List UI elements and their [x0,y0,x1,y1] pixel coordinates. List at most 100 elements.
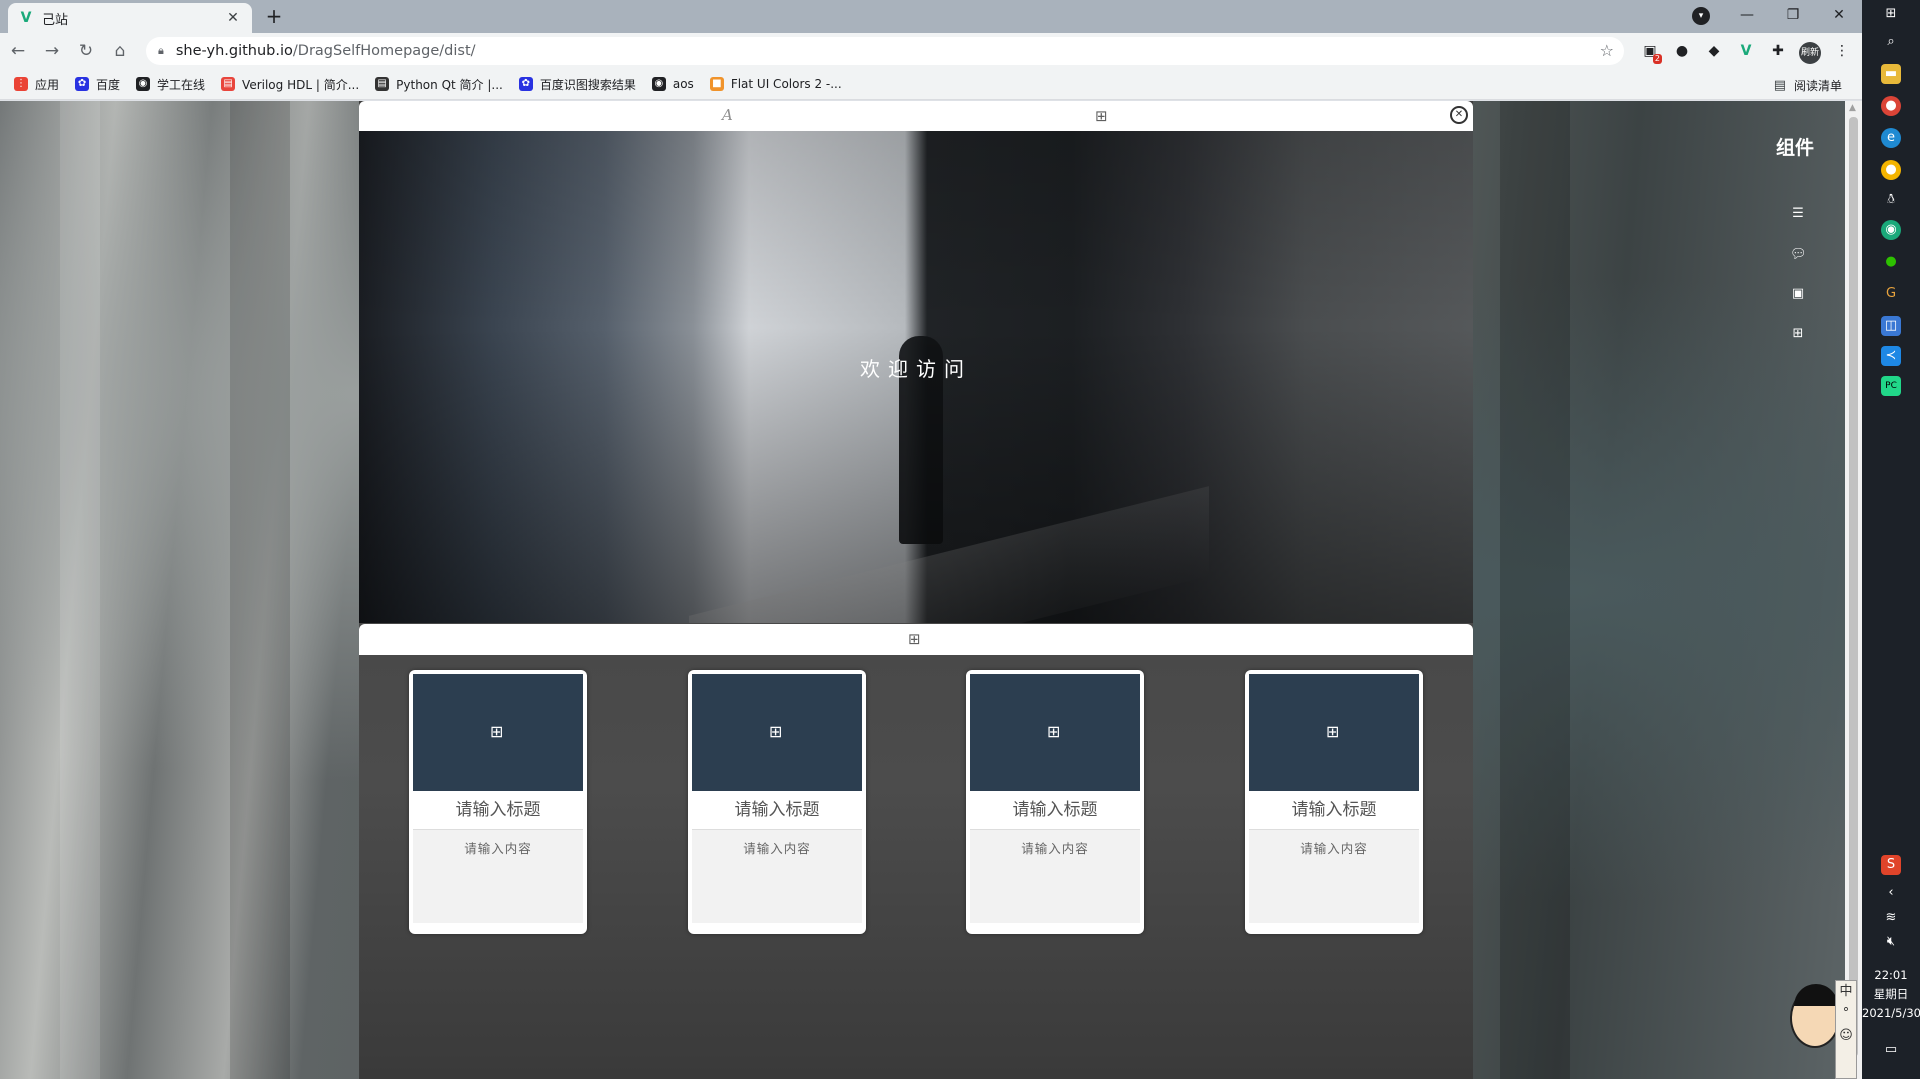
card-body[interactable]: 请输入内容 [1249,829,1419,923]
url-path: /DragSelfHomepage/dist/ [292,43,476,59]
grid-add-icon[interactable]: ⊞ [1790,326,1806,342]
profile-avatar[interactable]: 刷新 [1796,37,1824,65]
bookmark-item[interactable]: ■ Flat UI Colors 2 -... [709,77,842,91]
bookmark-item[interactable]: ▤ Python Qt 简介 |... [375,76,503,93]
app-icon[interactable]: ◉ [1881,220,1901,240]
card-title[interactable]: 请输入标题 [692,791,862,829]
wechat-icon[interactable]: ● [1881,252,1901,272]
list-icon[interactable]: ☰ [1790,206,1806,222]
notification-icon[interactable]: ▭ [1881,1040,1901,1060]
minimize-button[interactable]: — [1724,7,1770,23]
back-button[interactable]: ← [2,37,34,65]
card[interactable]: ⊞ 请输入标题 请输入内容 [1245,670,1423,934]
network-icon[interactable]: ≋ [1881,908,1901,928]
address-bar[interactable]: 🔒︎ she-yh.github.io/DragSelfHomepage/dis… [146,37,1624,65]
forward-button[interactable]: → [36,37,68,65]
bookmark-star-icon[interactable]: ☆ [1600,41,1614,60]
ime-mascot[interactable]: 中 ° ☺ [1790,980,1857,1079]
comment-icon[interactable]: 💬︎ [1790,247,1807,263]
card[interactable]: ⊞ 请输入标题 请输入内容 [966,670,1144,934]
url-host: she-yh.github.io [175,43,293,59]
vscode-icon[interactable]: ≺ [1881,346,1901,366]
vue-devtools-icon[interactable]: V [1732,37,1760,65]
card-image[interactable]: ⊞ [413,674,583,791]
bookmark-item[interactable]: ◉ aos [651,77,694,91]
edge-icon[interactable]: e [1881,128,1901,148]
background-rock [230,101,290,1079]
bookmark-item[interactable]: ✿ 百度识图搜索结果 [518,76,636,93]
card-body[interactable]: 请输入内容 [692,829,862,923]
close-window-button[interactable]: ✕ [1816,7,1862,23]
scroll-thumb[interactable] [1849,117,1858,1057]
mascot-hair [1794,984,1838,1006]
file-explorer-icon[interactable]: ▬ [1881,64,1901,84]
extension-icon[interactable]: ◆ [1700,37,1728,65]
bookmark-item[interactable]: ▤ Verilog HDL | 简介... [221,76,359,93]
volume-muted-icon[interactable]: 🔇︎ [1881,932,1901,952]
bookmark-label: 百度 [96,77,121,92]
card-body[interactable]: 请输入内容 [413,829,583,923]
google-icon[interactable]: G [1881,284,1901,304]
ime-toolbar[interactable]: 中 ° ☺ [1835,980,1857,1079]
reading-list-icon: ▤ [1773,78,1786,93]
add-image-icon[interactable]: ⊞ [490,722,503,741]
home-button[interactable]: ⌂ [104,37,136,65]
menu-kebab-icon[interactable]: ⋮ [1828,37,1856,65]
bookmark-label: Verilog HDL | 简介... [242,77,360,92]
image-icon[interactable]: ▣ [1790,286,1806,302]
add-image-icon[interactable]: ⊞ [769,722,782,741]
hero-title[interactable]: 欢迎访问 [359,353,1473,382]
scroll-up-icon[interactable]: ▲ [1849,103,1856,113]
font-style-icon[interactable]: A [722,106,733,124]
windows-start-icon[interactable]: ⊞ [1881,4,1901,24]
add-block-icon[interactable]: ⊞ [908,630,921,648]
globe-icon: ◉ [136,77,151,91]
app-icon[interactable]: ● [1881,160,1901,180]
card-image[interactable]: ⊞ [1249,674,1419,791]
app-icon[interactable]: ◫ [1881,316,1901,336]
restore-button[interactable]: ❐ [1770,7,1816,23]
hero-toolbar: A ⊞ ✕ [359,101,1473,131]
card-image[interactable]: ⊞ [970,674,1140,791]
chevron-left-icon[interactable]: ‹ [1881,883,1901,903]
tab-strip: V 己站 ✕ + ▾ — ❐ ✕ [0,0,1862,33]
add-image-icon[interactable]: ⊞ [1326,722,1339,741]
close-tab-icon[interactable]: ✕ [224,10,242,26]
tab-search-icon[interactable]: ▾ [1692,7,1710,25]
add-image-icon[interactable]: ⊞ [1047,722,1060,741]
extension-badge: 2 [1652,54,1662,64]
card-title[interactable]: 请输入标题 [413,791,583,829]
bookmark-item[interactable]: ✿ 百度 [75,76,120,93]
page-scrollbar[interactable]: ▲ [1845,101,1862,1079]
background-rock [1500,101,1570,1079]
editable-page: A ⊞ ✕ 欢迎访问 ⊞ ⊞ 请输入标题 请输入内容 ⊞ 请输入标题 请输入内容… [359,101,1473,1079]
extensions-puzzle-icon[interactable]: ✚ [1764,37,1792,65]
card-image[interactable]: ⊞ [692,674,862,791]
extension-icon[interactable]: ▣ 2 [1636,37,1664,65]
card[interactable]: ⊞ 请输入标题 请输入内容 [688,670,866,934]
window-controls: — ❐ ✕ [1724,0,1862,30]
sogou-icon[interactable]: S [1881,855,1901,875]
card-body[interactable]: 请输入内容 [970,829,1140,923]
reading-list-button[interactable]: ▤ 阅读清单 [1774,77,1842,94]
extension-icon[interactable]: ● [1668,37,1696,65]
chrome-icon[interactable]: ● [1881,96,1901,116]
add-block-icon[interactable]: ⊞ [1095,107,1108,125]
card-title[interactable]: 请输入标题 [1249,791,1419,829]
reload-button[interactable]: ↻ [70,37,102,65]
card[interactable]: ⊞ 请输入标题 请输入内容 [409,670,587,934]
bookmark-label: Python Qt 简介 |... [396,77,503,92]
card-title[interactable]: 请输入标题 [970,791,1140,829]
search-icon[interactable]: ⌕ [1881,32,1901,52]
bookmark-item[interactable]: ⋮ 应用 [14,76,59,93]
new-tab-button[interactable]: + [262,5,286,29]
browser-toolbar: ← → ↻ ⌂ 🔒︎ she-yh.github.io/DragSelfHome… [0,33,1862,69]
bookmark-label: 应用 [35,77,60,92]
bookmark-item[interactable]: ◉ 学工在线 [136,76,205,93]
browser-tab[interactable]: V 己站 ✕ [8,3,252,33]
close-block-icon[interactable]: ✕ [1450,106,1468,124]
pycharm-icon[interactable]: PC [1881,376,1901,396]
qq-icon[interactable]: 🐧︎ [1881,190,1901,210]
clock[interactable]: 22:01 星期日 2021/5/30 [1862,966,1920,1023]
background-rock [60,101,100,1079]
